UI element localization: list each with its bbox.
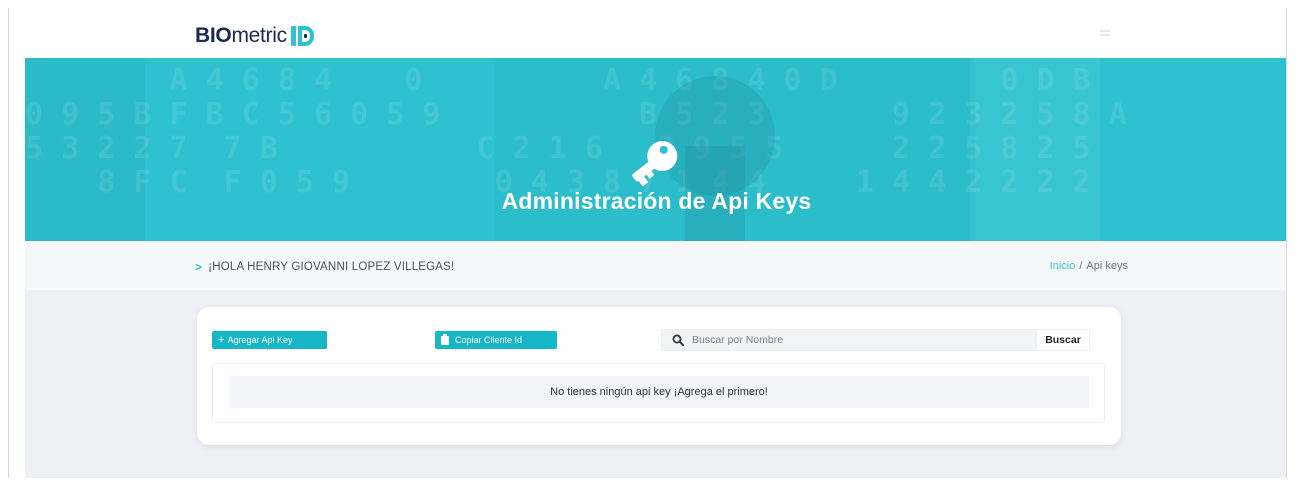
page-title: Administración de Api Keys [501, 188, 812, 214]
clipboard-icon [441, 333, 449, 345]
copy-client-id-label: Copiar Cliente Id [455, 335, 523, 345]
api-keys-card: + Agregar Api Key Copiar Cliente Id Busc… [197, 307, 1121, 445]
api-keys-table: No tienes ningún api key ¡Agrega el prim… [212, 363, 1105, 423]
menu-toggle-icon[interactable] [1100, 30, 1110, 36]
logo-id-mark [291, 25, 315, 47]
empty-state-row: No tienes ningún api key ¡Agrega el prim… [229, 376, 1089, 408]
search-input[interactable] [692, 334, 1022, 346]
add-api-key-button[interactable]: + Agregar Api Key [212, 331, 327, 349]
add-api-key-label: Agregar Api Key [227, 335, 293, 345]
breadcrumb-separator: / [1079, 260, 1083, 272]
hero-banner: A 4 6 8 4 0 A 4 6 8 4 0 D 0 D B 0 9 5 B … [25, 58, 1286, 241]
plus-icon: + [218, 334, 225, 346]
search-group: Buscar [661, 329, 1090, 351]
user-greeting: > ¡HOLA HENRY GIOVANNI LOPEZ VILLEGAS! [195, 260, 454, 274]
greeting-text: ¡HOLA HENRY GIOVANNI LOPEZ VILLEGAS! [208, 261, 455, 273]
navbar: BIO metric [9, 8, 1286, 58]
browser-frame: BIO metric A 4 6 8 4 0 A 4 6 8 4 0 D 0 D … [8, 8, 1287, 478]
chevron-right-icon: > [195, 260, 203, 274]
copy-client-id-button[interactable]: Copiar Cliente Id [435, 331, 557, 349]
search-button[interactable]: Buscar [1036, 329, 1090, 351]
breadcrumb-home-link[interactable]: Inicio [1050, 260, 1076, 272]
breadcrumb-bar: > ¡HOLA HENRY GIOVANNI LOPEZ VILLEGAS! I… [25, 241, 1286, 291]
main-content: + Agregar Api Key Copiar Cliente Id Busc… [25, 291, 1286, 478]
logo-light-text: metric [231, 24, 287, 47]
logo-bold-text: BIO [195, 24, 232, 47]
breadcrumb-current: Api keys [1086, 260, 1128, 272]
search-box [661, 329, 1036, 351]
key-icon [632, 141, 678, 187]
logo[interactable]: BIO metric [195, 24, 315, 48]
breadcrumb: Inicio / Api keys [1050, 260, 1128, 272]
search-icon [672, 334, 684, 346]
